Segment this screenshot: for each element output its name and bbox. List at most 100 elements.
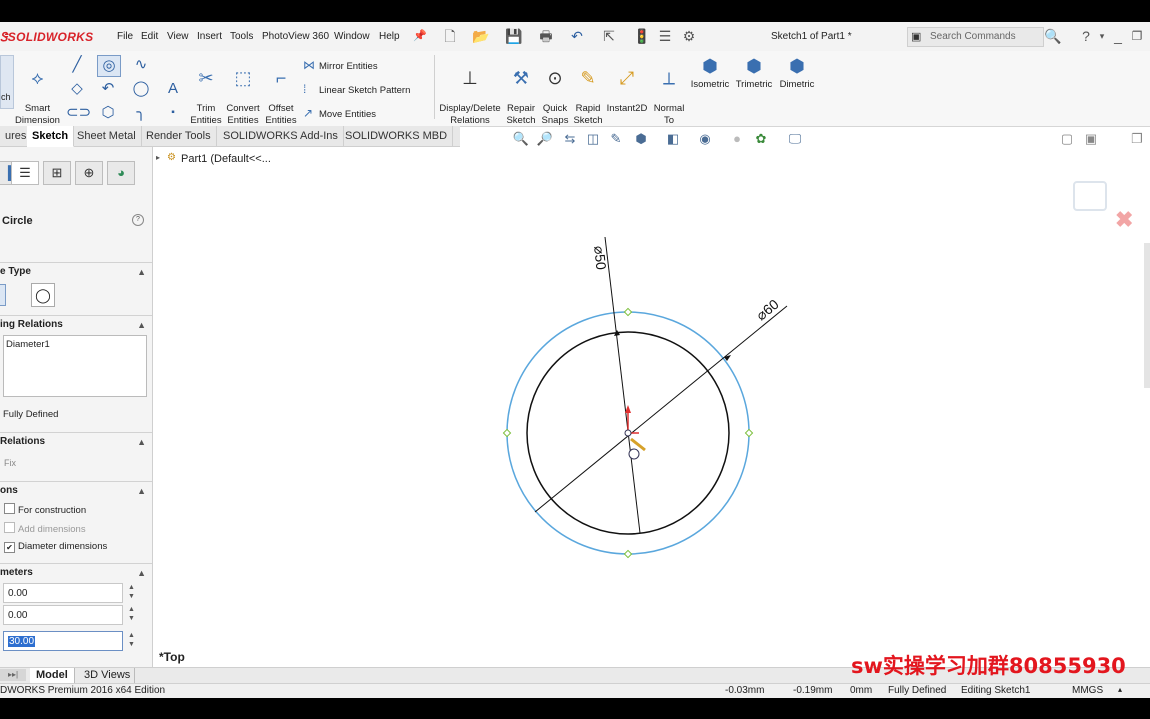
spin-down-icon[interactable]: ▼: [128, 615, 136, 623]
center-circle-type-icon[interactable]: [0, 284, 6, 306]
center-y-field[interactable]: 0.00: [3, 605, 123, 625]
polygon-tool-icon[interactable]: ⬡: [97, 103, 119, 123]
radius-field[interactable]: 30.00: [3, 631, 123, 651]
open-icon[interactable]: 📂: [472, 27, 490, 45]
rectangle-tool-icon[interactable]: ◇: [66, 79, 88, 99]
isometric-button[interactable]: ⬢ Isometric: [688, 55, 732, 91]
rapid-sketch-button[interactable]: ✎ Rapid Sketch: [572, 55, 604, 127]
viewport-split-icon[interactable]: ▣: [1082, 130, 1100, 148]
tab-render-tools[interactable]: Render Tools: [141, 126, 217, 146]
display-style-icon[interactable]: ◧: [664, 130, 682, 148]
existing-relations-section[interactable]: ing Relations ▲: [0, 315, 152, 334]
quick-snaps-button[interactable]: ⊙ Quick Snaps: [539, 55, 571, 127]
center-point[interactable]: [624, 429, 632, 437]
options-section[interactable]: ons ▲: [0, 481, 152, 500]
viewport-single-icon[interactable]: ▢: [1058, 130, 1076, 148]
spin-down-icon[interactable]: ▼: [128, 593, 136, 601]
quadrant-point[interactable]: [623, 307, 633, 317]
tab-model[interactable]: Model: [30, 668, 75, 683]
view-settings-icon[interactable]: 🖵: [786, 130, 804, 148]
quadrant-point[interactable]: [502, 428, 512, 438]
fillet-tool-icon[interactable]: ╮: [130, 103, 152, 123]
existing-relations-list[interactable]: Diameter1: [3, 335, 147, 397]
menu-window[interactable]: Window: [334, 31, 370, 42]
dimetric-button[interactable]: ⬢ Dimetric: [777, 55, 817, 91]
dim-line-inner[interactable]: [604, 236, 641, 534]
solidworks-logo[interactable]: ᏕSOLIDWORKS: [0, 30, 93, 45]
edit-appearance-icon[interactable]: ●: [728, 130, 746, 148]
display-delete-relations-button[interactable]: ⊥ Display/Delete Relations: [438, 55, 502, 127]
circle-type-section[interactable]: e Type ▲: [0, 262, 152, 281]
center-x-field[interactable]: 0.00: [3, 583, 123, 603]
help-icon[interactable]: ?: [132, 214, 144, 226]
line-tool-icon[interactable]: ╱: [66, 55, 88, 75]
linear-sketch-pattern-button[interactable]: ⁞ Linear Sketch Pattern: [303, 82, 410, 96]
convert-entities-button[interactable]: ⬚ Convert Entities: [224, 55, 262, 127]
search-icon[interactable]: 🔍: [1044, 27, 1062, 45]
search-input[interactable]: Search Commands: [930, 31, 1016, 42]
view-orientation-icon[interactable]: ⬢: [632, 130, 650, 148]
previous-view-icon[interactable]: ⇆: [561, 130, 579, 148]
slot-tool-icon[interactable]: ⊂⊃: [66, 103, 91, 123]
scrollbar[interactable]: [1144, 243, 1150, 388]
dim-text-inner[interactable]: ⌀50: [590, 245, 609, 271]
spin-up-icon[interactable]: ▲: [128, 584, 136, 592]
tab-solidworks-addins[interactable]: SOLIDWORKS Add-Ins: [218, 126, 344, 146]
for-construction-checkbox[interactable]: For construction: [4, 503, 86, 516]
zoom-to-area-icon[interactable]: 🔎: [536, 130, 554, 148]
smart-dimension-button[interactable]: ⟡ Smart Dimension: [15, 55, 60, 127]
confirm-ok-icon[interactable]: [1073, 181, 1107, 211]
quadrant-point[interactable]: [744, 428, 754, 438]
graphics-area[interactable]: ▸ ⚙ Part1 (Default<<... ⌀50 ⌀60 ✖ *Top: [153, 147, 1150, 667]
menu-view[interactable]: View: [167, 31, 189, 42]
add-dimensions-checkbox[interactable]: Add dimensions: [4, 522, 86, 535]
spin-up-icon[interactable]: ▲: [128, 632, 136, 640]
perimeter-circle-type-icon[interactable]: ◯: [31, 283, 55, 307]
list-item[interactable]: Diameter1: [6, 339, 50, 350]
text-tool-icon[interactable]: A: [162, 79, 184, 99]
viewport-restore-icon[interactable]: ❐: [1128, 130, 1146, 148]
tab-solidworks-mbd[interactable]: SOLIDWORKS MBD: [340, 126, 454, 146]
trimetric-button[interactable]: ⬢ Trimetric: [734, 55, 774, 91]
select-icon[interactable]: ⇱: [600, 27, 618, 45]
save-icon[interactable]: 💾: [505, 27, 523, 45]
tab-sheet-metal[interactable]: Sheet Metal: [72, 126, 142, 146]
add-relations-section[interactable]: Relations ▲: [0, 432, 152, 451]
property-manager-tab-icon[interactable]: ☰: [11, 161, 39, 185]
menu-edit[interactable]: Edit: [141, 31, 158, 42]
sketch-canvas[interactable]: [153, 147, 1150, 667]
dynamic-annotation-icon[interactable]: ✎: [607, 130, 625, 148]
file-properties-icon[interactable]: ☰: [656, 27, 674, 45]
spin-down-icon[interactable]: ▼: [128, 641, 136, 649]
pin-icon[interactable]: 📌: [411, 27, 429, 45]
unit-dropdown-icon[interactable]: ▴: [1118, 685, 1122, 694]
ellipse-tool-icon[interactable]: ◯: [130, 79, 152, 99]
confirm-cancel-icon[interactable]: ✖: [1115, 207, 1133, 233]
dimxpert-tab-icon[interactable]: ⊕: [75, 161, 103, 185]
display-manager-tab-icon[interactable]: ◕: [107, 161, 135, 185]
undo-icon[interactable]: ↶: [568, 27, 586, 45]
rebuild-icon[interactable]: 🚦: [633, 27, 651, 45]
hide-show-items-icon[interactable]: ◉: [696, 130, 714, 148]
section-view-icon[interactable]: ◫: [584, 130, 602, 148]
mirror-entities-button[interactable]: ⋈ Mirror Entities: [303, 58, 378, 72]
circle-tool-icon[interactable]: ◎: [97, 55, 121, 77]
instant2d-button[interactable]: ⤢ Instant2D: [605, 55, 649, 115]
move-entities-button[interactable]: ↗ Move Entities: [303, 106, 376, 120]
apply-scene-icon[interactable]: ✿: [752, 130, 770, 148]
fix-relation-button[interactable]: Fix: [4, 458, 16, 468]
configuration-manager-tab-icon[interactable]: ⊞: [43, 161, 71, 185]
quadrant-point[interactable]: [623, 549, 633, 559]
restore-icon[interactable]: ❐: [1128, 27, 1146, 45]
menu-photoview[interactable]: PhotoView 360: [262, 31, 329, 42]
unit-system[interactable]: MMGS: [1072, 685, 1103, 696]
repair-sketch-button[interactable]: ⚒ Repair Sketch: [504, 55, 538, 127]
spline-tool-icon[interactable]: ∿: [130, 55, 152, 75]
trim-entities-button[interactable]: ✂ Trim Entities: [188, 55, 224, 127]
menu-file[interactable]: File: [117, 31, 133, 42]
minimize-icon[interactable]: _: [1109, 27, 1127, 45]
print-icon[interactable]: 🖶: [537, 27, 555, 45]
spin-up-icon[interactable]: ▲: [128, 606, 136, 614]
sketch-button[interactable]: ch: [0, 55, 14, 109]
parameters-section[interactable]: meters ▲: [0, 563, 152, 582]
